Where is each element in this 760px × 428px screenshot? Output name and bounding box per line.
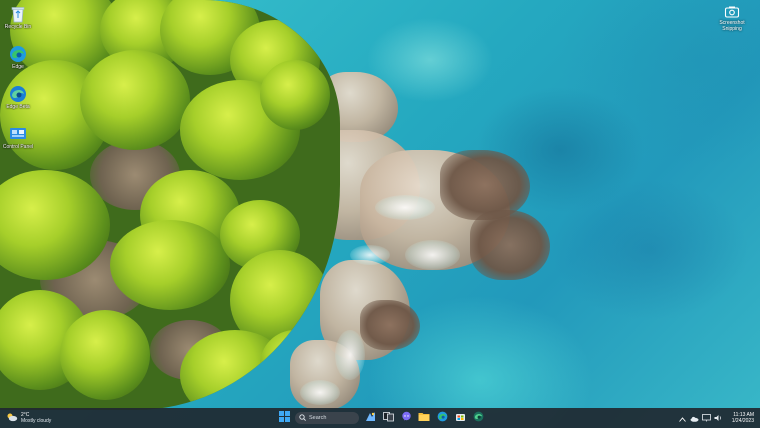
weather-condition: Mostly cloudy bbox=[21, 418, 52, 424]
wave-foam bbox=[375, 195, 435, 220]
edge-beta-icon bbox=[8, 84, 28, 104]
widgets-button[interactable] bbox=[363, 411, 377, 425]
shore-rock-wet bbox=[360, 300, 420, 350]
desktop[interactable]: Recycle Bin Edge Edge Beta Control Panel… bbox=[0, 0, 760, 428]
desktop-icon-label: Control Panel bbox=[2, 144, 34, 150]
start-button[interactable] bbox=[277, 411, 291, 425]
tree bbox=[60, 310, 150, 400]
search-placeholder: Search bbox=[309, 415, 327, 421]
shore-rock-wet bbox=[440, 150, 530, 220]
tree bbox=[260, 330, 330, 400]
edge-dev-icon bbox=[473, 409, 484, 427]
network-button[interactable] bbox=[701, 414, 711, 423]
desktop-icon-edge-beta[interactable]: Edge Beta bbox=[2, 82, 34, 122]
clock-date: 1/24/2023 bbox=[731, 418, 754, 424]
edge-dev-button[interactable] bbox=[471, 411, 485, 425]
taskbar-clock[interactable]: 11:13 AM 1/24/2023 bbox=[732, 412, 754, 424]
camera-icon bbox=[724, 4, 740, 20]
tree bbox=[110, 220, 230, 310]
cloud-sun-icon bbox=[6, 409, 18, 427]
chat-button[interactable] bbox=[399, 411, 413, 425]
control-panel-icon bbox=[8, 124, 28, 144]
desktop-icon-label: Edge Beta bbox=[6, 104, 30, 110]
task-view-icon bbox=[382, 409, 394, 427]
task-view-button[interactable] bbox=[381, 411, 395, 425]
taskbar-apps: Search bbox=[277, 410, 485, 426]
forest bbox=[0, 0, 340, 410]
wave-foam bbox=[405, 240, 460, 270]
network-icon bbox=[701, 409, 711, 427]
widgets-icon bbox=[365, 409, 376, 427]
desktop-icon-control-panel[interactable]: Control Panel bbox=[2, 122, 34, 162]
wave-foam bbox=[350, 245, 390, 265]
screenshot-widget-label: Screenshot Snipping bbox=[719, 20, 745, 32]
desktop-icon-edge[interactable]: Edge bbox=[2, 42, 34, 82]
show-hidden-icons-button[interactable] bbox=[678, 414, 687, 423]
desktop-icon-label: Edge bbox=[12, 64, 24, 70]
wallpaper bbox=[0, 0, 760, 428]
recycle-bin-icon bbox=[8, 4, 28, 24]
store-icon bbox=[455, 409, 466, 427]
tree bbox=[260, 60, 330, 130]
taskbar: 2°C Mostly cloudy Search 11:13 AM 1/24/2… bbox=[0, 408, 760, 428]
volume-button[interactable] bbox=[714, 414, 723, 423]
desktop-icon-recycle-bin[interactable]: Recycle Bin bbox=[2, 2, 34, 42]
volume-icon bbox=[714, 409, 723, 427]
onedrive-button[interactable] bbox=[690, 414, 699, 423]
file-explorer-button[interactable] bbox=[417, 411, 431, 425]
chevron-up-icon bbox=[678, 409, 686, 427]
edge-icon bbox=[437, 409, 448, 427]
cloud-icon bbox=[690, 409, 699, 427]
taskbar-search[interactable]: Search bbox=[295, 412, 359, 424]
weather-widget[interactable]: 2°C Mostly cloudy bbox=[6, 410, 51, 426]
chat-icon bbox=[401, 409, 412, 427]
search-icon bbox=[299, 413, 306, 423]
wave-foam bbox=[335, 330, 365, 380]
store-button[interactable] bbox=[453, 411, 467, 425]
desktop-icon-label: Recycle Bin bbox=[4, 24, 32, 30]
windows-start-icon bbox=[278, 409, 290, 427]
desktop-icons: Recycle Bin Edge Edge Beta Control Panel bbox=[2, 2, 34, 162]
edge-taskbar-button[interactable] bbox=[435, 411, 449, 425]
system-tray: 11:13 AM 1/24/2023 bbox=[678, 410, 756, 426]
shore-rock-wet bbox=[470, 210, 550, 280]
edge-icon bbox=[8, 44, 28, 64]
screenshot-widget[interactable]: Screenshot Snipping bbox=[712, 4, 752, 32]
folder-icon bbox=[418, 409, 430, 427]
tree bbox=[80, 50, 190, 150]
